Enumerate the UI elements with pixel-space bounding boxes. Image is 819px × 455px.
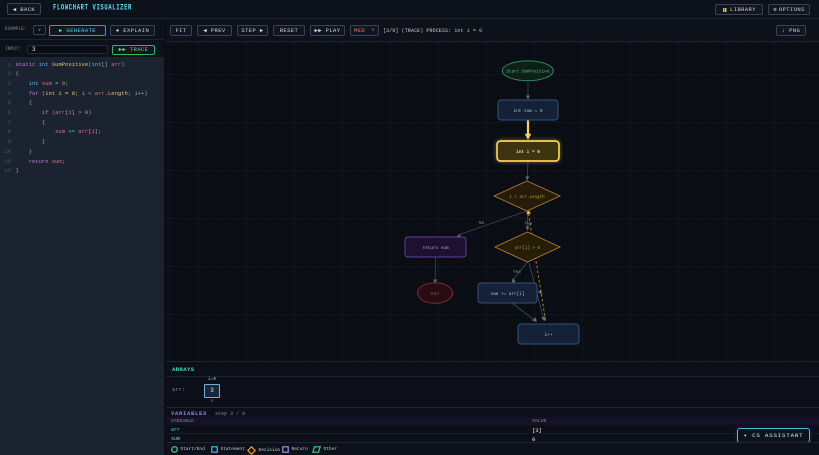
svg-text:No: No (479, 221, 485, 226)
svg-text:End: End (431, 292, 439, 297)
svg-text:arr[i] > 0: arr[i] > 0 (515, 246, 541, 251)
svg-text:i++: i++ (545, 333, 553, 338)
svg-text:Yes: Yes (513, 270, 521, 275)
svg-text:return sum: return sum (422, 246, 449, 251)
svg-text:i < arr.Length: i < arr.Length (509, 195, 545, 200)
svg-text:Start SumPositive: Start SumPositive (506, 70, 549, 75)
svg-text:int sum = 0: int sum = 0 (514, 109, 543, 114)
svg-text:Yes: Yes (525, 222, 533, 227)
svg-text:sum += arr[i]: sum += arr[i] (490, 292, 524, 297)
svg-text:int i = 0: int i = 0 (516, 150, 540, 155)
